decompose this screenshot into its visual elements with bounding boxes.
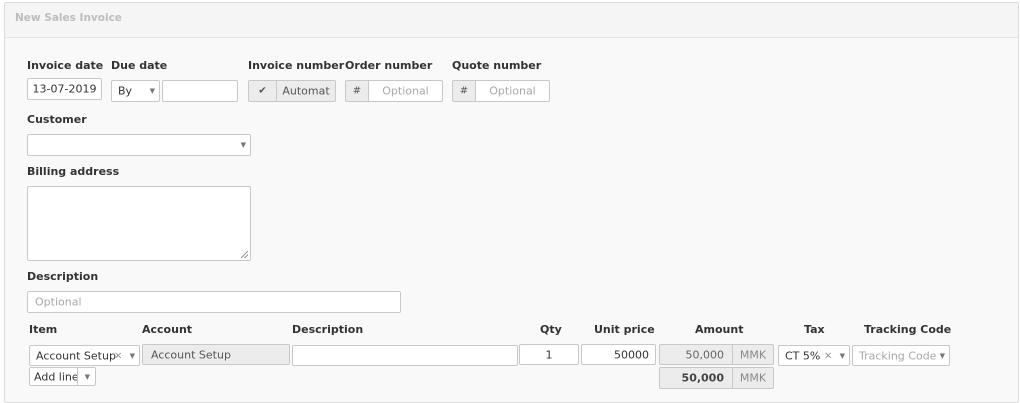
chevron-down-icon: ▼ xyxy=(84,372,90,381)
amount-currency-addon: MMK xyxy=(732,344,774,365)
col-qty-header: Qty xyxy=(540,323,562,336)
order-number-hash-addon: # xyxy=(345,80,369,102)
page-title: New Sales Invoice xyxy=(15,12,122,24)
invoice-date-input[interactable]: 13-07-2019 xyxy=(27,78,102,100)
panel-header: New Sales Invoice xyxy=(5,3,1018,38)
amount-field: 50,000 xyxy=(659,344,733,365)
col-item-header: Item xyxy=(29,323,58,336)
col-account-header: Account xyxy=(142,323,193,336)
chevron-down-icon: ▼ xyxy=(129,351,135,360)
close-icon[interactable]: × xyxy=(114,350,122,361)
add-line-button[interactable]: Add line xyxy=(29,367,78,386)
tax-select[interactable]: CT 5% × ▼ xyxy=(778,345,850,366)
resize-handle[interactable] xyxy=(241,251,248,258)
order-number-input[interactable]: Optional xyxy=(368,80,443,102)
due-date-label: Due date xyxy=(111,59,168,72)
chevron-down-icon: ▼ xyxy=(939,351,945,360)
col-tax-header: Tax xyxy=(804,323,825,336)
col-unit-price-header: Unit price xyxy=(594,323,655,336)
customer-select[interactable]: ▼ xyxy=(27,134,251,156)
quote-number-input[interactable]: Optional xyxy=(475,80,550,102)
close-icon[interactable]: × xyxy=(824,350,832,361)
total-amount-field: 50,000 xyxy=(659,367,733,389)
due-date-input[interactable] xyxy=(162,80,238,102)
invoice-number-auto-checkbox[interactable]: ✔ xyxy=(248,80,277,102)
invoice-number-input: Automat xyxy=(276,80,336,102)
account-field: Account Setup xyxy=(142,344,290,365)
description-label: Description xyxy=(27,270,99,283)
check-icon: ✔ xyxy=(258,85,267,97)
add-line-menu-button[interactable]: ▼ xyxy=(77,367,96,386)
col-amount-header: Amount xyxy=(695,323,744,336)
chevron-down-icon: ▼ xyxy=(839,351,845,360)
due-date-mode-select[interactable]: By ▼ xyxy=(111,80,160,102)
chevron-down-icon: ▼ xyxy=(240,141,246,149)
tracking-code-select[interactable]: Tracking Code ▼ xyxy=(852,345,950,366)
customer-label: Customer xyxy=(27,113,87,126)
invoice-number-label: Invoice number xyxy=(248,59,345,72)
chevron-down-icon: ▼ xyxy=(149,87,155,95)
order-number-label: Order number xyxy=(345,59,433,72)
billing-address-label: Billing address xyxy=(27,165,120,178)
qty-input[interactable]: 1 xyxy=(519,344,579,365)
col-description-header: Description xyxy=(292,323,364,336)
quote-number-hash-addon: # xyxy=(452,80,476,102)
item-select[interactable]: Account Setup × ▼ xyxy=(29,345,140,366)
billing-address-textarea[interactable] xyxy=(27,186,251,261)
col-tracking-code-header: Tracking Code xyxy=(864,323,952,336)
quote-number-label: Quote number xyxy=(452,59,542,72)
invoice-date-label: Invoice date xyxy=(27,59,104,72)
description-input[interactable]: Optional xyxy=(27,291,401,313)
line-description-input[interactable] xyxy=(292,345,518,366)
total-currency-addon: MMK xyxy=(732,367,774,389)
unit-price-input[interactable]: 50000 xyxy=(581,344,656,365)
